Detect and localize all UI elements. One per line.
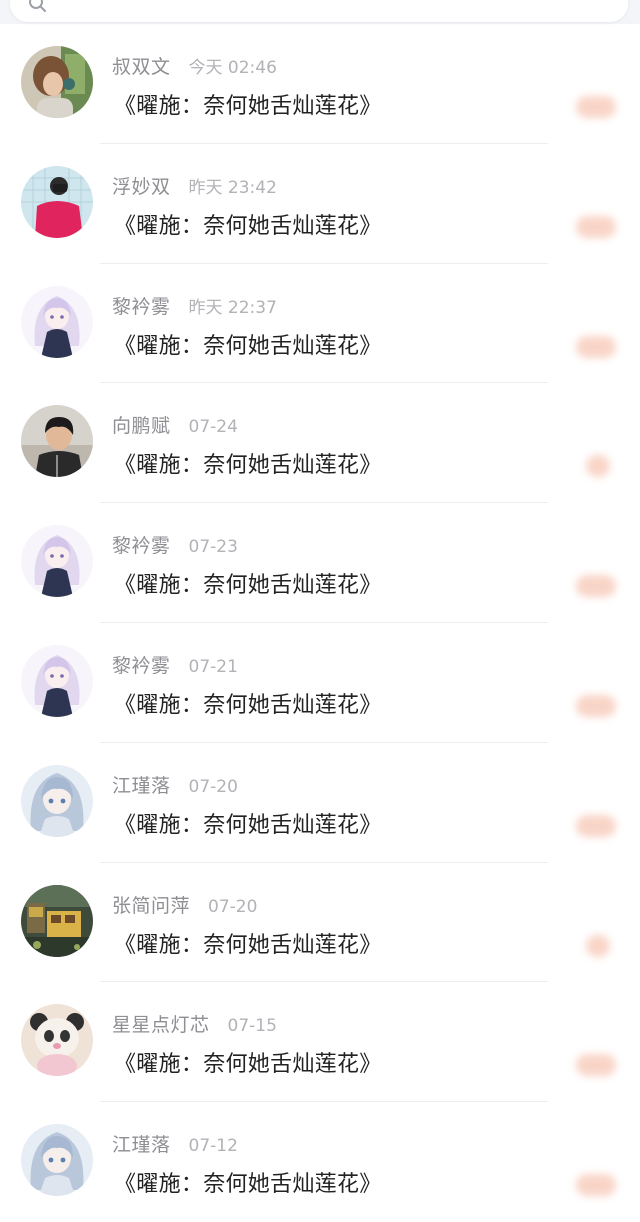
- conversation-item[interactable]: 江瑾落 07-12 《曜施：奈何她舌灿莲花》: [0, 1102, 640, 1222]
- anime-blue-avatar-icon: [21, 1124, 93, 1197]
- message-time: 07-20: [208, 896, 258, 917]
- unread-badge: [576, 215, 616, 238]
- message-time: 07-24: [188, 417, 238, 438]
- message-preview: 《曜施：奈何她舌灿莲花》: [114, 812, 382, 838]
- unread-badge: [586, 455, 610, 478]
- avatar[interactable]: [21, 644, 93, 717]
- avatar[interactable]: [21, 46, 93, 118]
- photo-girl-avatar-icon: [21, 46, 93, 118]
- anime-purple-avatar-icon: [21, 285, 93, 358]
- conversation-item[interactable]: 黎衿雾 07-23 《曜施：奈何她舌灿莲花》: [0, 503, 640, 623]
- unread-badge: [576, 1174, 616, 1197]
- unread-badge: [576, 1054, 616, 1077]
- panda-plush-avatar-icon: [21, 1004, 93, 1077]
- search-box[interactable]: [10, 0, 628, 22]
- unread-badge: [586, 934, 610, 957]
- message-time: 07-15: [227, 1016, 277, 1037]
- top-strip: [0, 0, 640, 24]
- conversation-item[interactable]: 向鹏赋 07-24 《曜施：奈何她舌灿莲花》: [0, 383, 640, 504]
- avatar[interactable]: [21, 764, 93, 837]
- message-preview: 《曜施：奈何她舌灿莲花》: [114, 453, 382, 479]
- conversation-item[interactable]: 叔双文 今天 02:46 《曜施：奈何她舌灿莲花》: [0, 24, 640, 144]
- contact-name: 江瑾落: [112, 774, 171, 797]
- unread-badge: [576, 96, 616, 118]
- avatar[interactable]: [21, 285, 93, 358]
- avatar[interactable]: [21, 1124, 93, 1197]
- conversation-item[interactable]: 张简问萍 07-20 《曜施：奈何她舌灿莲花》: [0, 863, 640, 983]
- message-time: 07-20: [188, 776, 238, 797]
- conversation-list: 叔双文 今天 02:46 《曜施：奈何她舌灿莲花》 浮妙双 昨天 23:42 《…: [0, 24, 640, 1222]
- item-meta: 江瑾落 07-20: [112, 771, 238, 798]
- unread-badge: [576, 814, 616, 837]
- message-preview: 《曜施：奈何她舌灿莲花》: [114, 213, 382, 239]
- item-meta: 黎衿雾 07-23: [112, 531, 238, 558]
- item-meta: 江瑾落 07-12: [112, 1130, 238, 1157]
- contact-name: 黎衿雾: [112, 654, 171, 677]
- contact-name: 星星点灯芯: [112, 1014, 210, 1037]
- conversation-item[interactable]: 星星点灯芯 07-15 《曜施：奈何她舌灿莲花》: [0, 982, 640, 1103]
- contact-name: 向鹏赋: [112, 415, 171, 438]
- search-icon[interactable]: [28, 0, 46, 12]
- photo-boy-avatar-icon: [21, 405, 93, 478]
- unread-badge: [576, 575, 616, 598]
- avatar[interactable]: [21, 525, 93, 598]
- anime-purple-avatar-icon: [21, 525, 93, 598]
- avatar[interactable]: [21, 165, 93, 238]
- message-preview: 《曜施：奈何她舌灿莲花》: [114, 1052, 382, 1078]
- contact-name: 黎衿雾: [112, 295, 171, 318]
- message-time: 07-23: [188, 537, 238, 558]
- contact-name: 浮妙双: [112, 175, 171, 198]
- avatar[interactable]: [21, 405, 93, 478]
- message-preview: 《曜施：奈何她舌灿莲花》: [114, 1172, 382, 1198]
- anime-purple-avatar-icon: [21, 644, 93, 717]
- avatar[interactable]: [21, 884, 93, 957]
- item-meta: 叔双文 今天 02:46: [112, 52, 277, 79]
- contact-name: 叔双文: [112, 56, 171, 78]
- item-meta: 黎衿雾 昨天 22:37: [112, 292, 277, 319]
- anime-blue-avatar-icon: [21, 764, 93, 837]
- contact-name: 江瑾落: [112, 1134, 171, 1157]
- pixel-scene-avatar-icon: [21, 884, 93, 957]
- message-time: 07-12: [188, 1136, 238, 1157]
- item-meta: 星星点灯芯 07-15: [112, 1010, 277, 1037]
- avatar[interactable]: [21, 1004, 93, 1077]
- message-preview: 《曜施：奈何她舌灿莲花》: [114, 94, 382, 119]
- message-time: 昨天 23:42: [188, 177, 277, 198]
- item-meta: 黎衿雾 07-21: [112, 651, 238, 678]
- message-time: 07-21: [188, 656, 238, 677]
- message-preview: 《曜施：奈何她舌灿莲花》: [114, 333, 382, 359]
- conversation-item[interactable]: 浮妙双 昨天 23:42 《曜施：奈何她舌灿莲花》: [0, 144, 640, 264]
- contact-name: 张简问萍: [112, 894, 191, 917]
- message-preview: 《曜施：奈何她舌灿莲花》: [114, 932, 382, 958]
- conversation-item[interactable]: 江瑾落 07-20 《曜施：奈何她舌灿莲花》: [0, 743, 640, 863]
- item-meta: 浮妙双 昨天 23:42: [112, 172, 277, 199]
- photo-red-avatar-icon: [21, 165, 93, 238]
- message-time: 今天 02:46: [188, 58, 277, 78]
- message-preview: 《曜施：奈何她舌灿莲花》: [114, 692, 382, 718]
- conversation-item[interactable]: 黎衿雾 07-21 《曜施：奈何她舌灿莲花》: [0, 623, 640, 743]
- unread-badge: [576, 694, 616, 717]
- item-meta: 张简问萍 07-20: [112, 891, 257, 918]
- message-preview: 《曜施：奈何她舌灿莲花》: [114, 573, 382, 599]
- message-time: 昨天 22:37: [188, 297, 277, 318]
- conversation-item[interactable]: 黎衿雾 昨天 22:37 《曜施：奈何她舌灿莲花》: [0, 264, 640, 384]
- contact-name: 黎衿雾: [112, 535, 171, 558]
- unread-badge: [576, 335, 616, 358]
- item-meta: 向鹏赋 07-24: [112, 411, 238, 438]
